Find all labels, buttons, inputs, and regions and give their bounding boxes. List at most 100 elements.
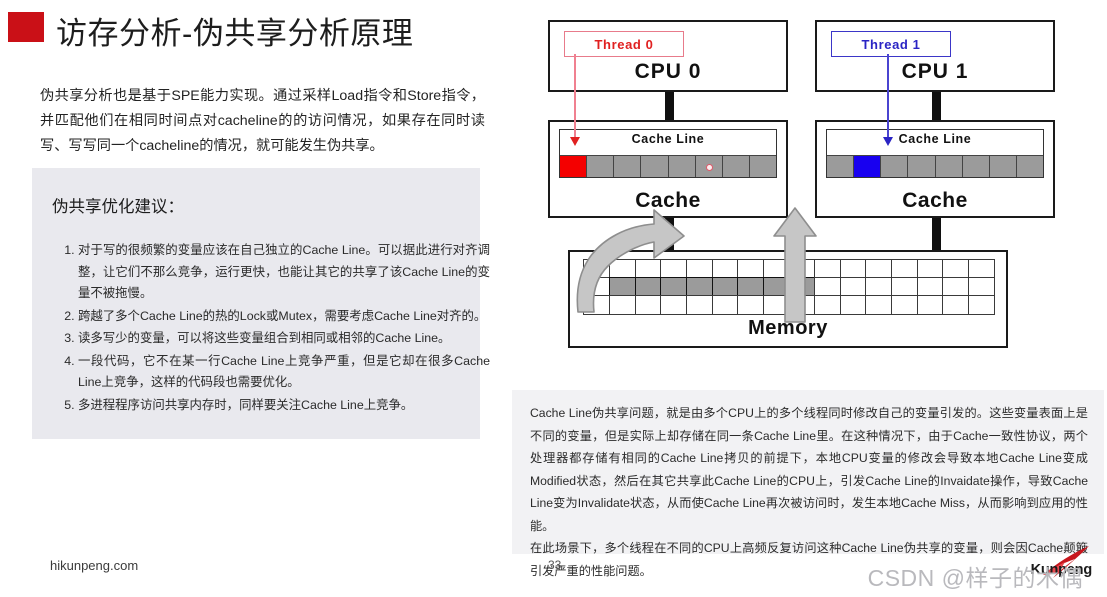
- bus-cpu0-cache: [665, 92, 674, 120]
- memory-cell: [890, 277, 918, 297]
- memory-cell: [788, 259, 816, 279]
- memory-cell: [942, 259, 969, 279]
- bus-cpu1-cache: [932, 92, 941, 120]
- intro-paragraph: 伪共享分析也是基于SPE能力实现。通过采样Load指令和Store指令，并匹配他…: [40, 88, 485, 154]
- bus-cache0-memory: [665, 218, 674, 250]
- memory-cell: [839, 295, 867, 315]
- memory-cell: [814, 277, 841, 297]
- optimization-advice-box: 伪共享优化建议： 对于写的很频繁的变量应该在自己独立的Cache Line。可以…: [32, 168, 490, 439]
- memory-cell: [916, 295, 944, 315]
- title-accent-marker: [8, 12, 44, 42]
- cpu-group-1: Thread 1 CPU 1 Cache Line Cache: [815, 20, 1055, 250]
- cacheline-label-1: Cache Line: [898, 132, 972, 146]
- cacheline-cell: [1016, 155, 1043, 177]
- memory-cell: [839, 277, 867, 297]
- memory-cell: [865, 295, 893, 315]
- memory-cell: [788, 295, 816, 315]
- cpu-label-0: CPU 0: [634, 60, 702, 83]
- cacheline-cell: [962, 155, 990, 177]
- cacheline-cell: [695, 155, 723, 177]
- cpu-box-0: Thread 0 CPU 0: [548, 20, 788, 92]
- memory-cell: [967, 277, 995, 297]
- cpu-label-1: CPU 1: [901, 60, 969, 83]
- cacheline-cell: [908, 155, 936, 177]
- explanation-paragraph: Cache Line伪共享问题，就是由多个CPU上的多个线程同时修改自己的变量引…: [530, 406, 1088, 533]
- thread-tag-1: Thread 1: [831, 31, 951, 57]
- advice-list-item: 多进程程序访问共享内存时，同样要关注Cache Line上竞争。: [78, 395, 490, 417]
- memory-cell: [609, 295, 636, 315]
- cacheline-label-0: Cache Line: [631, 132, 705, 146]
- cacheline-cell: [560, 155, 588, 177]
- memory-cell: [762, 259, 790, 279]
- thread-0-access-arrow-icon: [570, 54, 580, 146]
- advice-list-item: 跨越了多个Cache Line的热的Lock或Mutex，需要考虑Cache L…: [78, 306, 490, 328]
- memory-cell: [967, 295, 995, 315]
- memory-cell: [583, 295, 611, 315]
- cacheline-cell: [881, 155, 909, 177]
- cacheline-cell: [989, 155, 1017, 177]
- cache-box-0: Cache Line Cache: [548, 120, 788, 218]
- cacheline-cells-0: [560, 155, 776, 177]
- memory-cell: [967, 259, 995, 279]
- false-sharing-diagram: Thread 0 CPU 0 Cache Line Cache Thread 1…: [510, 20, 1107, 385]
- memory-cell: [762, 295, 790, 315]
- memory-cell-shared: [788, 277, 816, 297]
- memory-row: [583, 295, 995, 315]
- advice-list: 对于写的很频繁的变量应该在自己独立的Cache Line。可以据此进行对齐调整，…: [54, 240, 490, 417]
- memory-cell: [916, 277, 944, 297]
- advice-list-item: 读多写少的变量，可以将这些变量组合到相同或相邻的Cache Line。: [78, 328, 490, 350]
- memory-cell-shared: [737, 277, 764, 297]
- memory-cell: [711, 259, 739, 279]
- memory-cell: [839, 259, 867, 279]
- memory-cell: [942, 277, 969, 297]
- explanation-panel: Cache Line伪共享问题，就是由多个CPU上的多个线程同时修改自己的变量引…: [512, 390, 1104, 578]
- thread-1-access-arrow-icon: [883, 54, 893, 146]
- memory-grid: [583, 259, 995, 315]
- memory-cell: [685, 295, 713, 315]
- memory-row: [583, 277, 995, 297]
- memory-cell: [814, 259, 841, 279]
- cacheline-cell: [827, 155, 855, 177]
- memory-cell: [609, 259, 636, 279]
- left-content-column: 伪共享分析也是基于SPE能力实现。通过采样Load指令和Store指令，并匹配他…: [0, 58, 505, 548]
- memory-cell-shared: [711, 277, 739, 297]
- memory-cell-shared: [762, 277, 790, 297]
- memory-cell: [865, 259, 893, 279]
- footer-site-url: hikunpeng.com: [50, 558, 139, 573]
- memory-cell: [814, 295, 841, 315]
- memory-cell: [583, 259, 611, 279]
- memory-row: [583, 259, 995, 279]
- memory-cell-shared: [609, 277, 636, 297]
- memory-cell: [634, 295, 662, 315]
- memory-cell: [634, 259, 662, 279]
- memory-label: Memory: [748, 317, 828, 339]
- cpu-box-1: Thread 1 CPU 1: [815, 20, 1055, 92]
- cacheline-cell: [587, 155, 615, 177]
- advice-box-title: 伪共享优化建议：: [52, 198, 184, 216]
- memory-cell: [660, 295, 688, 315]
- cacheline-cell: [749, 155, 776, 177]
- cacheline-cell: [641, 155, 669, 177]
- cacheline-cells-1: [827, 155, 1043, 177]
- csdn-watermark: CSDN @样子的木偶: [867, 565, 1083, 591]
- cacheline-cell: [854, 155, 882, 177]
- memory-cell: [583, 277, 611, 297]
- memory-cell: [660, 259, 688, 279]
- bus-cache1-memory: [932, 218, 941, 250]
- memory-cell: [865, 277, 893, 297]
- memory-cell: [685, 259, 713, 279]
- cpu-group-0: Thread 0 CPU 0 Cache Line Cache: [548, 20, 788, 250]
- memory-cell: [916, 259, 944, 279]
- memory-cell: [737, 259, 764, 279]
- memory-cell: [890, 259, 918, 279]
- page-title: 访存分析-伪共享分析原理: [56, 16, 414, 51]
- cacheline-cell: [614, 155, 642, 177]
- cacheline-cell: [935, 155, 963, 177]
- cacheline-cell: [668, 155, 696, 177]
- page-number: 33: [548, 558, 562, 572]
- cache-box-1: Cache Line Cache: [815, 120, 1055, 218]
- cache-label-1: Cache: [902, 189, 968, 212]
- memory-cell-shared: [634, 277, 662, 297]
- cacheline-frame-1: Cache Line: [826, 129, 1044, 178]
- cacheline-frame-0: Cache Line: [559, 129, 777, 178]
